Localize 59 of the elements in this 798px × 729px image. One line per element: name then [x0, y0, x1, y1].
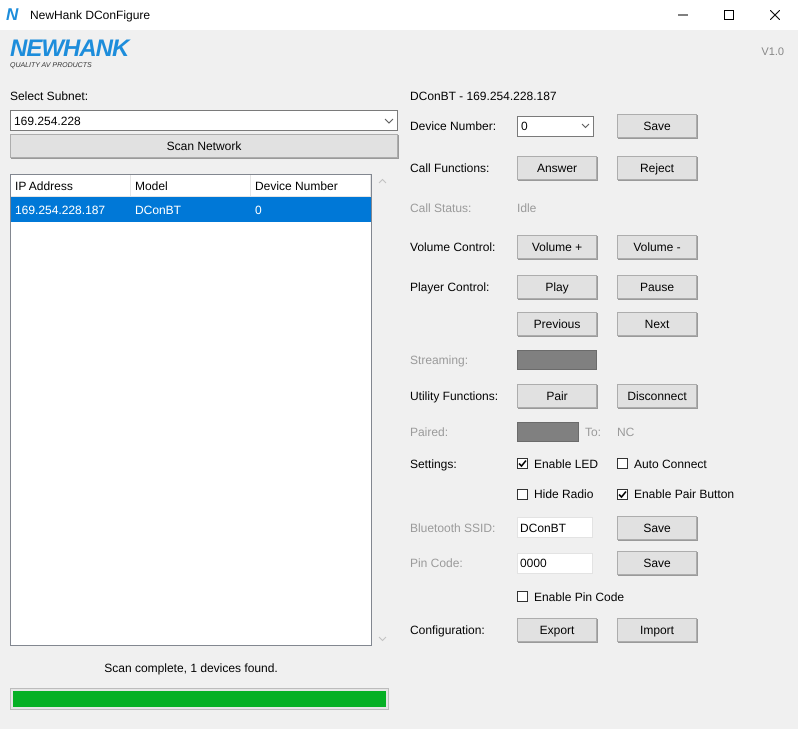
- field-label: Volume Control:: [410, 240, 496, 254]
- column-header[interactable]: Device Number: [251, 175, 371, 196]
- action-button[interactable]: Save: [617, 114, 697, 138]
- field-label: Settings:: [410, 456, 457, 470]
- table-row[interactable]: 169.254.228.187 DConBT 0: [11, 197, 371, 222]
- field-label: Streaming:: [410, 352, 468, 366]
- field-label: Bluetooth SSID:: [410, 520, 496, 534]
- check-icon: [518, 459, 527, 468]
- action-button[interactable]: Export: [517, 618, 597, 642]
- action-button[interactable]: Next: [617, 312, 697, 336]
- version-label: V1.0: [761, 45, 784, 60]
- logo: NEWHANK: [10, 36, 128, 62]
- field-label: Configuration:: [410, 623, 485, 637]
- checkbox[interactable]: Enable Pin Code: [517, 588, 624, 606]
- device-number-select[interactable]: 0: [517, 116, 594, 136]
- scan-network-button[interactable]: Scan Network: [10, 134, 398, 158]
- device-title: DConBT - 169.254.228.187: [410, 88, 558, 104]
- table-cell-text: DConBT: [134, 202, 182, 218]
- action-button[interactable]: Play: [517, 274, 597, 298]
- checkbox[interactable]: Enable LED: [517, 454, 598, 472]
- checkbox-box[interactable]: [517, 458, 528, 469]
- subnet-label: Select Subnet:: [10, 88, 90, 104]
- column-header[interactable]: Model: [131, 175, 251, 196]
- status-text: Idle: [517, 200, 536, 216]
- check-icon: [618, 490, 627, 498]
- checkbox-box[interactable]: [517, 488, 528, 500]
- field-label: Call Functions:: [410, 161, 490, 175]
- checkbox[interactable]: Hide Radio: [517, 485, 594, 503]
- app-icon: N: [6, 2, 22, 28]
- action-button[interactable]: Answer: [517, 156, 597, 180]
- action-button[interactable]: Volume +: [517, 235, 597, 259]
- action-button[interactable]: Disconnect: [617, 384, 697, 408]
- field-label: Pin Code:: [410, 556, 463, 570]
- action-button[interactable]: Pause: [617, 274, 697, 298]
- scan-status-text: Scan complete, 1 devices found.: [103, 660, 279, 677]
- table-cell-text: 169.254.228.187: [14, 202, 106, 218]
- chevron-down-icon: [581, 123, 590, 129]
- field-label: Paired:: [410, 425, 448, 439]
- checkbox-box[interactable]: [617, 458, 628, 469]
- field-label: Player Control:: [410, 280, 490, 294]
- status-text: NC: [617, 424, 634, 441]
- checkbox[interactable]: Enable Pair Button: [617, 485, 734, 503]
- action-button[interactable]: Previous: [517, 312, 597, 336]
- window-title: NewHank DConFigure: [30, 7, 150, 24]
- action-button[interactable]: Import: [617, 618, 697, 642]
- column-header[interactable]: IP Address: [11, 175, 131, 196]
- checkbox-box[interactable]: [517, 591, 528, 602]
- table-cell-text: 0: [254, 202, 263, 218]
- field-label: Call Status:: [410, 200, 472, 214]
- field-label: Device Number:: [410, 119, 496, 133]
- field-label: Utility Functions:: [410, 389, 498, 403]
- action-button[interactable]: Volume -: [617, 235, 697, 259]
- action-button[interactable]: Pair: [517, 384, 597, 408]
- subnet-select[interactable]: 169.254.228: [10, 110, 398, 131]
- checkbox-box[interactable]: [617, 488, 628, 500]
- action-button[interactable]: Reject: [617, 156, 697, 180]
- chevron-down-icon: [384, 118, 394, 124]
- status-text: To:: [585, 424, 602, 441]
- checkbox[interactable]: Auto Connect: [617, 454, 707, 472]
